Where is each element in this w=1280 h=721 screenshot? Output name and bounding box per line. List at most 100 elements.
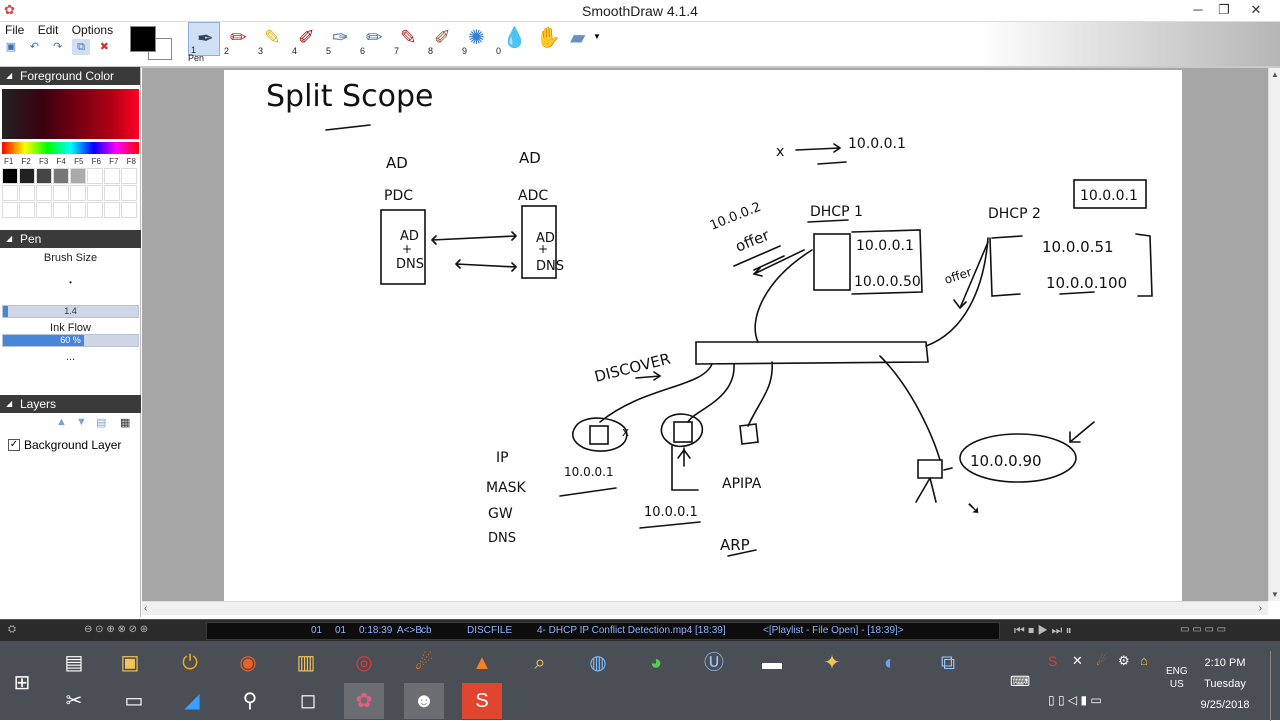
foreground-color-header[interactable]: ◢ Foreground Color [0,67,140,85]
scroll-up-icon[interactable]: ▲ [1271,70,1279,79]
palette-swatch[interactable] [36,202,52,218]
globe-app-icon[interactable]: ◐ [870,645,910,681]
scroll-down-icon[interactable]: ▼ [1271,590,1279,599]
tool-airbrush[interactable]: ✑ 5 [324,22,356,56]
tool-pencil[interactable]: ✏ 2 [222,22,254,56]
tray-tool-icon[interactable]: ⚙ [1118,653,1130,669]
move-layer-up-icon[interactable]: ▲ [56,416,67,428]
close-button[interactable]: ✕ [1242,0,1270,22]
undo-icon[interactable]: ↶ [25,39,43,55]
palette-swatch[interactable] [70,168,86,184]
language-indicator[interactable]: ENG US [1166,665,1188,691]
move-layer-down-icon[interactable]: ▼ [76,416,87,428]
keyboard-icon[interactable]: ⌨ [1010,673,1030,690]
palette-swatch[interactable] [36,185,52,201]
window-app-icon[interactable]: ▭ [114,683,154,719]
search-app-icon[interactable]: ⌕ [520,645,560,681]
tools-dropdown[interactable]: ▼ [592,22,602,56]
playback-buttons-icon[interactable]: ⏮ ⏹ ▶ ⏭ ⏸ [1014,623,1072,638]
palette-swatch[interactable] [121,202,137,218]
file-explorer-icon[interactable]: ▣ [110,645,150,681]
swirl-app-icon[interactable]: ☄ [404,645,444,681]
palette-swatch[interactable] [53,202,69,218]
ink-flow-slider[interactable]: 60 % [2,334,139,347]
maximize-button[interactable]: ❐ [1210,0,1238,22]
pin-app-icon[interactable]: ⚲ [230,683,270,719]
tool-smudge[interactable]: ✋ [528,22,561,56]
horizontal-scrollbar[interactable]: ‹ › [142,601,1268,615]
palette-swatch[interactable] [53,185,69,201]
palette-swatch[interactable] [87,202,103,218]
hue-slider[interactable] [2,142,139,154]
lock-app-icon[interactable]: ◕ [636,645,676,681]
smoothdraw-taskbar-icon[interactable]: ✿ [344,683,384,719]
tool-sparkle[interactable]: ✺ 9 [460,22,492,56]
show-desktop-button[interactable] [1270,651,1271,721]
color-picker[interactable] [2,89,139,139]
tray-x-icon[interactable]: ✕ [1072,653,1083,669]
palette-swatch[interactable] [104,168,120,184]
palette-swatch[interactable] [19,202,35,218]
clear-icon[interactable]: ✖ [95,39,113,55]
power-app-icon[interactable]: ⏻ [170,645,210,681]
scroll-right-icon[interactable]: › [1259,603,1262,614]
redo-icon[interactable]: ↷ [49,39,67,55]
brush-size-slider[interactable]: 1.4 [2,305,139,318]
palette-swatch[interactable] [53,168,69,184]
palette-swatch[interactable] [2,168,18,184]
layer-properties-icon[interactable]: ▦ [120,416,130,429]
tool-crayon[interactable]: ✎ 7 [392,22,424,56]
tray-home-icon[interactable]: ⌂ [1140,653,1148,668]
folder-icon[interactable]: ▥ [286,645,326,681]
palette-swatch[interactable] [104,185,120,201]
vertical-scrollbar[interactable]: ▲ ▼ [1268,68,1280,601]
palette-swatch[interactable] [19,168,35,184]
foreground-color-swatch[interactable] [130,26,156,52]
palette-swatch[interactable] [104,202,120,218]
palette-swatch[interactable] [121,185,137,201]
camera-app-icon[interactable]: ◍ [578,645,618,681]
layers-header[interactable]: ◢ Layers [0,395,141,413]
palette-swatch[interactable] [87,185,103,201]
vlc-icon[interactable]: ▲ [462,645,502,681]
clock[interactable]: 2:10 PM Tuesday 9/25/2018 [1190,653,1260,716]
palette-swatch[interactable] [121,168,137,184]
remote-desktop-icon[interactable]: ⧉ [928,645,968,681]
menu-file[interactable]: File [0,22,29,38]
more-options[interactable]: ... [0,351,141,363]
tool-oil-brush[interactable]: ✐ 8 [426,22,458,56]
user-app-icon[interactable]: ☻ [404,683,444,719]
s-app-icon[interactable]: S [462,683,502,719]
tool-pen[interactable]: ✒ 1 [188,22,220,56]
tool-marker[interactable]: ✐ 4 [290,22,322,56]
layer-item[interactable]: ✓ Background Layer [0,435,141,455]
palette-swatch[interactable] [87,168,103,184]
player-menu-icon[interactable]: ⛭ [8,624,16,635]
copy-icon[interactable]: ⧉ [72,39,91,55]
menu-edit[interactable]: Edit [33,22,64,38]
layer-visible-checkbox[interactable]: ✓ [8,439,20,451]
palette-swatch[interactable] [19,185,35,201]
chrome-icon[interactable]: ◎ [344,645,384,681]
palette-swatch[interactable] [2,185,18,201]
scroll-left-icon[interactable]: ‹ [144,603,147,614]
palette-swatch[interactable] [70,185,86,201]
tray-s-icon[interactable]: S [1048,653,1057,669]
menu-options[interactable]: Options [67,22,118,38]
minimize-button[interactable]: ─ [1184,0,1212,22]
camtasia-icon[interactable]: ◻ [288,683,328,719]
u-app-icon[interactable]: Ⓤ [694,645,734,681]
player-extra-icon[interactable]: ▭ ▭ ▭ ▭ [1180,624,1226,635]
firefox-icon[interactable]: ◉ [228,645,268,681]
tray-swirl-icon[interactable]: ☄ [1096,653,1108,669]
drawing-canvas[interactable]: Split Scope AD PDC AD + DNS AD ADC AD + … [224,70,1182,601]
pen-header[interactable]: ◢ Pen [0,230,141,248]
shark-app-icon[interactable]: ◢ [172,683,212,719]
palette-swatch[interactable] [2,202,18,218]
palette-swatch[interactable] [36,168,52,184]
tool-water[interactable]: 💧 0 [494,22,527,56]
new-layer-icon[interactable]: ▤ [96,416,106,429]
network-tool-icon[interactable]: ✦ [812,645,852,681]
desktop-app-icon[interactable]: ▤ [54,645,94,681]
windows-start-icon[interactable]: ⊞ [2,665,42,701]
